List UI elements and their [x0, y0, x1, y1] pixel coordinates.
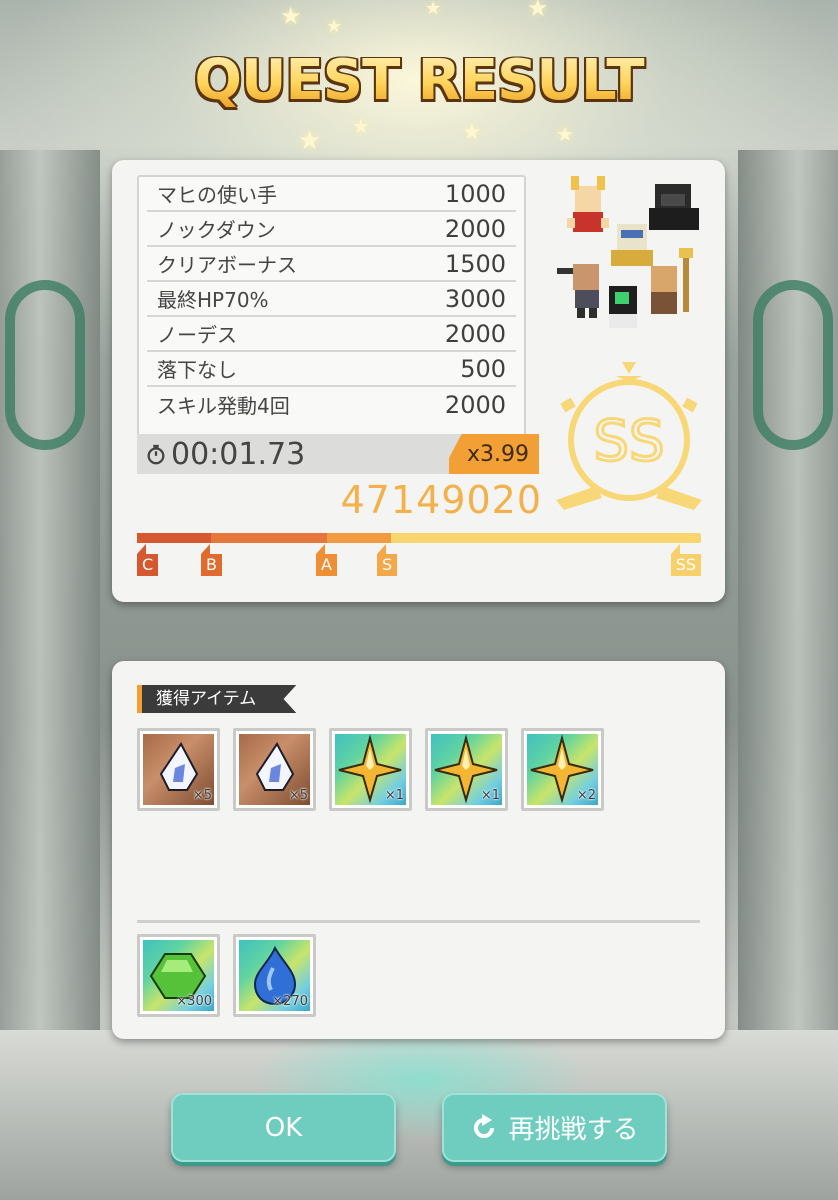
character-sprite [567, 176, 609, 232]
items-divider [137, 920, 700, 923]
score-label: マヒの使い手 [157, 183, 277, 207]
currency-quantity: ×270 [272, 994, 308, 1009]
item-slot[interactable]: ×1 [329, 728, 412, 811]
score-label: クリアボーナス [157, 253, 297, 277]
score-multiplier: x3.99 [449, 434, 539, 474]
acquired-items-heading: 獲得アイテム [137, 685, 297, 713]
item-list: ×5 ×5 ×1 ×1 ×2 [137, 728, 604, 811]
score-label: 落下なし [157, 358, 237, 382]
character-sprite [611, 224, 653, 266]
retry-button-label: 再挑戦する [508, 1115, 639, 1145]
result-panel: マヒの使い手 1000 ノックダウン 2000 クリアボーナス 1500 最終H… [112, 160, 725, 602]
score-row: 最終HP70% 3000 [147, 282, 516, 317]
currency-slot[interactable]: ×270 [233, 934, 316, 1017]
progress-segment-a [327, 533, 391, 543]
score-label: ノーデス [157, 323, 237, 347]
score-value: 1500 [444, 249, 506, 278]
left-ring-decoration [5, 280, 85, 450]
item-quantity: ×5 [192, 788, 212, 803]
score-row: スキル発動4回 2000 [147, 387, 516, 422]
rank-letter: SS [593, 409, 664, 474]
right-ring-decoration [753, 280, 833, 450]
score-row: クリアボーナス 1500 [147, 247, 516, 282]
score-value: 1000 [444, 179, 506, 208]
rank-marker-a: A [316, 544, 337, 576]
item-slot[interactable]: ×1 [425, 728, 508, 811]
score-value: 2000 [444, 390, 506, 419]
item-quantity: ×5 [288, 788, 308, 803]
score-value: 2000 [444, 214, 506, 243]
quest-result-title: QUEST RESULT [0, 48, 838, 113]
currency-quantity: ×300 [176, 994, 212, 1009]
sparkle-star-icon: ★ [425, 0, 442, 19]
sparkle-star-icon: ★ [556, 122, 574, 146]
total-score: 47149020 [340, 478, 542, 522]
score-label: 最終HP70% [157, 288, 269, 312]
sparkle-star-icon: ★ [462, 120, 482, 145]
sparkle-star-icon: ★ [326, 16, 343, 37]
party-characters [557, 176, 699, 328]
item-quantity: ×1 [384, 788, 404, 803]
rank-marker-s: S [377, 544, 398, 576]
item-slot[interactable]: ×5 [137, 728, 220, 811]
currency-list: ×300 ×270 [137, 934, 316, 1017]
score-label: スキル発動4回 [157, 394, 290, 418]
sparkle-star-icon: ★ [298, 126, 322, 156]
progress-segment-c [137, 533, 211, 543]
score-breakdown-list: マヒの使い手 1000 ノックダウン 2000 クリアボーナス 1500 最終H… [137, 175, 526, 447]
score-value: 2000 [444, 319, 506, 348]
sparkle-star-icon: ★ [280, 2, 302, 30]
sparkle-star-icon: ★ [352, 114, 370, 138]
item-quantity: ×1 [480, 788, 500, 803]
score-row: マヒの使い手 1000 [147, 177, 516, 212]
item-quantity: ×2 [576, 788, 596, 803]
ok-button-label: OK [264, 1112, 303, 1143]
score-value: 500 [460, 354, 506, 383]
rank-marker-c: C [137, 544, 159, 576]
retry-icon [474, 1113, 495, 1138]
clear-time: 00:01.73 [171, 436, 306, 472]
score-row: 落下なし 500 [147, 352, 516, 387]
item-slot[interactable]: ×2 [521, 728, 604, 811]
retry-button[interactable]: 再挑戦する [442, 1093, 667, 1162]
rank-marker-b: B [201, 544, 222, 576]
stopwatch-icon [147, 444, 165, 465]
progress-segment-b [211, 533, 327, 543]
character-sprite [557, 264, 599, 318]
rank-progress-bar [137, 533, 701, 543]
character-sprite [651, 248, 693, 314]
character-sprite [649, 184, 699, 230]
currency-slot[interactable]: ×300 [137, 934, 220, 1017]
score-value: 3000 [444, 284, 506, 313]
rank-marker-ss: SS [670, 544, 701, 576]
score-label: ノックダウン [157, 218, 276, 242]
character-sprite [609, 286, 637, 328]
item-slot[interactable]: ×5 [233, 728, 316, 811]
ss-rank-emblem: SS [556, 362, 702, 510]
score-row: ノーデス 2000 [147, 317, 516, 352]
acquired-items-panel: 獲得アイテム ×5 ×5 ×1 ×1 ×2 ×300 ×270 [112, 661, 725, 1039]
ok-button[interactable]: OK [171, 1093, 396, 1162]
sparkle-star-icon: ★ [527, 0, 549, 22]
score-row: ノックダウン 2000 [147, 212, 516, 247]
